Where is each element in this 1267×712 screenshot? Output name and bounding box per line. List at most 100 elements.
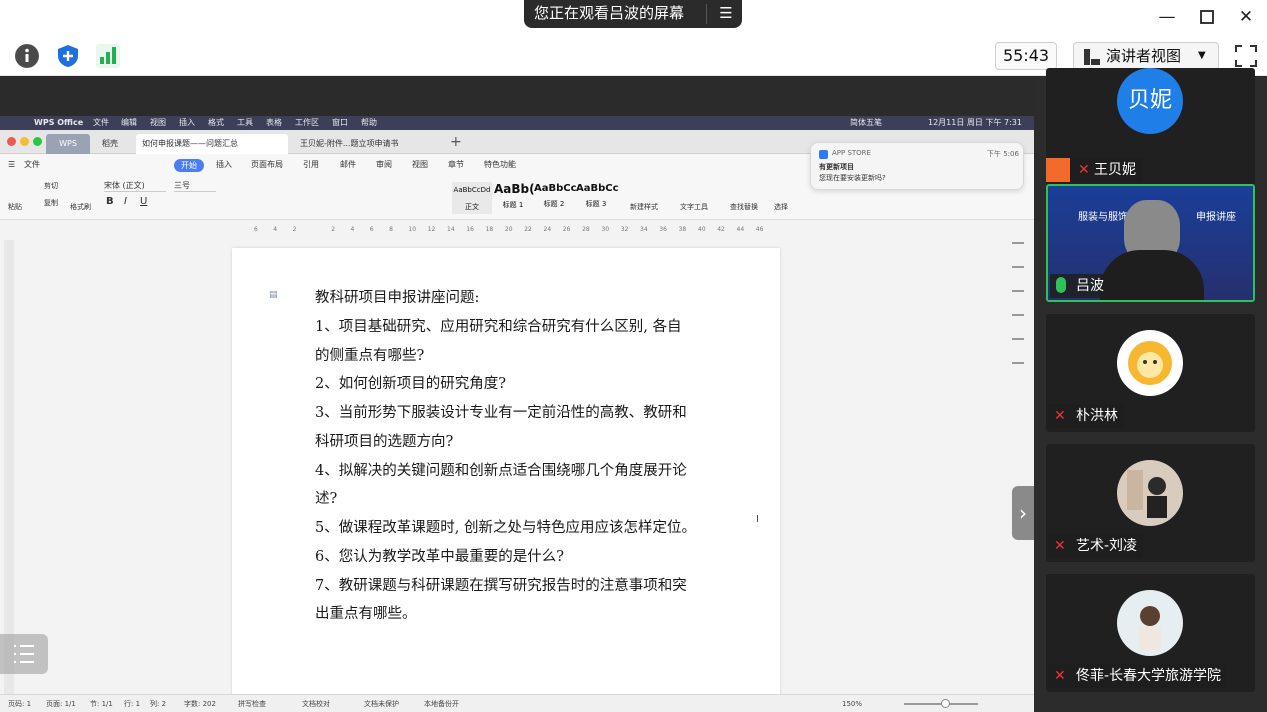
ruler-tick: 4 [350,226,355,233]
status-col: 列: 2 [150,700,167,708]
signal-strength-icon[interactable] [96,44,120,68]
ruler-tick: 30 [601,226,610,233]
ruler-tick: 44 [736,226,745,233]
settings-icon[interactable] [1012,290,1024,292]
menu-mail[interactable]: 邮件 [340,154,356,176]
mac-menu-tools[interactable]: 工具 [237,116,253,130]
mac-menu-format[interactable]: 格式 [208,116,224,130]
select-button[interactable]: 选择 [774,202,788,212]
ruler-tick: 24 [543,226,552,233]
zoom-slider-thumb[interactable] [941,699,950,708]
menu-review[interactable]: 审阅 [376,154,392,176]
video-banner-text: 服装与服饰 [1078,212,1128,223]
hamburger-icon[interactable]: ☰ [8,154,15,176]
paste-button[interactable]: 粘贴 [8,202,22,212]
image-icon[interactable] [1012,314,1024,316]
style-heading1-sample: AaBb( [494,182,535,196]
find-replace-button[interactable]: 查找替换 [730,202,758,212]
mac-menu-file[interactable]: 文件 [93,116,109,130]
mac-menu-edit[interactable]: 编辑 [121,116,137,130]
participant-card[interactable]: ✕ 朴洪林 [1046,314,1255,432]
menu-features[interactable]: 特色功能 [484,154,516,176]
window-zoom-dot[interactable] [33,137,42,146]
mac-menu-view[interactable]: 视图 [150,116,166,130]
style-heading2[interactable]: AaBbCc 标题 2 [534,182,577,214]
format-painter-button[interactable]: 格式刷 [70,202,91,212]
ruler-tick: 2 [331,226,336,233]
ruler-tick: 34 [640,226,648,233]
new-tab-icon[interactable]: + [450,134,462,150]
style-normal[interactable]: AaBbCcDd 正文 [452,182,492,214]
app-store-notification[interactable]: APP STORE 下午 5:06 有更新项目 您现在要安装更新吗? [810,142,1024,190]
ruler-tick: 18 [485,226,494,233]
photo-avatar [1117,590,1183,656]
text-cursor-icon: I [756,514,759,525]
text-tools-button[interactable]: 文字工具 [680,202,708,212]
new-style-button[interactable]: 新建样式 [630,202,658,212]
tab-docer[interactable]: 稻壳 [96,134,124,154]
minimize-icon[interactable]: — [1152,4,1182,30]
protect-button[interactable]: 文档未保护 [364,695,399,712]
close-icon[interactable]: ✕ [1231,4,1261,30]
mac-menu-help[interactable]: 帮助 [361,116,377,130]
box-icon[interactable] [1012,338,1024,340]
menu-chapter[interactable]: 章节 [448,154,464,176]
bold-icon[interactable]: B [106,196,114,207]
style-heading1[interactable]: AaBb( 标题 1 [494,182,535,214]
info-icon[interactable] [15,44,39,68]
tab-active-document[interactable]: 如何申报课题——问题汇总 [136,134,288,154]
participant-card-active-speaker[interactable]: 服装与服饰 申报讲座 吕波 [1046,184,1255,302]
participant-card[interactable]: ✕ 佟菲-长春大学旅游学院 [1046,574,1255,692]
menu-file[interactable]: 文件 [24,154,40,176]
horizontal-ruler[interactable]: 6 4 2 2 4 6 8 10 12 14 16 18 20 22 24 26 28 30 32 34 36 38 40 4… [232,222,782,240]
font-size-select[interactable]: 三号 [174,180,216,192]
outline-icon[interactable] [0,634,48,674]
ruler-tick: 16 [466,226,474,233]
copy-button[interactable]: 复制 [44,198,58,208]
window-close-dot[interactable] [7,137,16,146]
mac-menu-window[interactable]: 窗口 [332,116,348,130]
cut-button[interactable]: 剪切 [44,181,58,191]
ruler-tick: 2 [292,226,297,233]
menu-insert[interactable]: 插入 [216,154,232,176]
menu-page-layout[interactable]: 页面布局 [251,154,283,176]
document-page[interactable]: ▤ 教科研项目申报讲座问题: 1、项目基础研究、应用研究和综合研究有什么区别, … [232,248,780,712]
maximize-icon[interactable] [1192,4,1222,30]
history-icon[interactable] [1012,362,1024,364]
participant-card[interactable]: ✕ 艺术-刘凌 [1046,444,1255,562]
participant-name-tag: 吕波 [1050,274,1110,298]
style-heading3[interactable]: AaBbCc 标题 3 [576,182,619,214]
status-page: 页面: 1/1 [46,700,76,708]
pen-icon[interactable] [1012,242,1024,244]
collapse-panel-handle[interactable]: › [1012,486,1034,540]
cursor-icon[interactable] [1012,266,1024,268]
ruler-tick: 14 [447,226,455,233]
status-row: 行: 1 [124,700,141,708]
tab-wps-home[interactable]: WPS [46,134,90,154]
italic-icon[interactable]: I [124,196,127,207]
title-bar: 您正在观看吕波的屏幕 ☰ — ✕ [0,0,1267,36]
participant-card[interactable]: 贝妮 ✕ 王贝妮 [1046,68,1255,186]
font-name-select[interactable]: 宋体 (正文) [104,180,166,192]
spell-check-button[interactable]: 拼写检查 [238,695,266,712]
participant-name: 朴洪林 [1076,408,1118,424]
menu-view[interactable]: 视图 [412,154,428,176]
paragraph-menu-icon[interactable]: ▤ [269,290,278,300]
underline-icon[interactable]: U [140,196,147,207]
screen-share-status-pill[interactable]: 您正在观看吕波的屏幕 ☰ [524,0,742,28]
window-minimize-dot[interactable] [20,137,29,146]
notification-title: 有更新项目 [819,163,854,171]
menu-icon[interactable]: ☰ [714,0,738,26]
mac-menu-insert[interactable]: 插入 [179,116,195,130]
backup-button[interactable]: 本地备份开 [424,695,459,712]
mac-menu-table[interactable]: 表格 [266,116,282,130]
shared-screen-area: WPS Office 文件 编辑 视图 插入 格式 工具 表格 工作区 窗口 帮… [0,76,1034,712]
view-mode-dropdown[interactable]: 演讲者视图 ▼ [1073,42,1219,70]
menu-home-active[interactable]: 开始 [174,159,204,172]
proof-button[interactable]: 文档校对 [302,695,330,712]
mac-menu-workspace[interactable]: 工作区 [295,116,319,130]
fullscreen-icon[interactable] [1234,44,1258,68]
menu-references[interactable]: 引用 [303,154,319,176]
security-shield-icon[interactable] [56,44,80,68]
tab-second-document[interactable]: 王贝妮-附件...题立项申请书 [294,134,436,154]
